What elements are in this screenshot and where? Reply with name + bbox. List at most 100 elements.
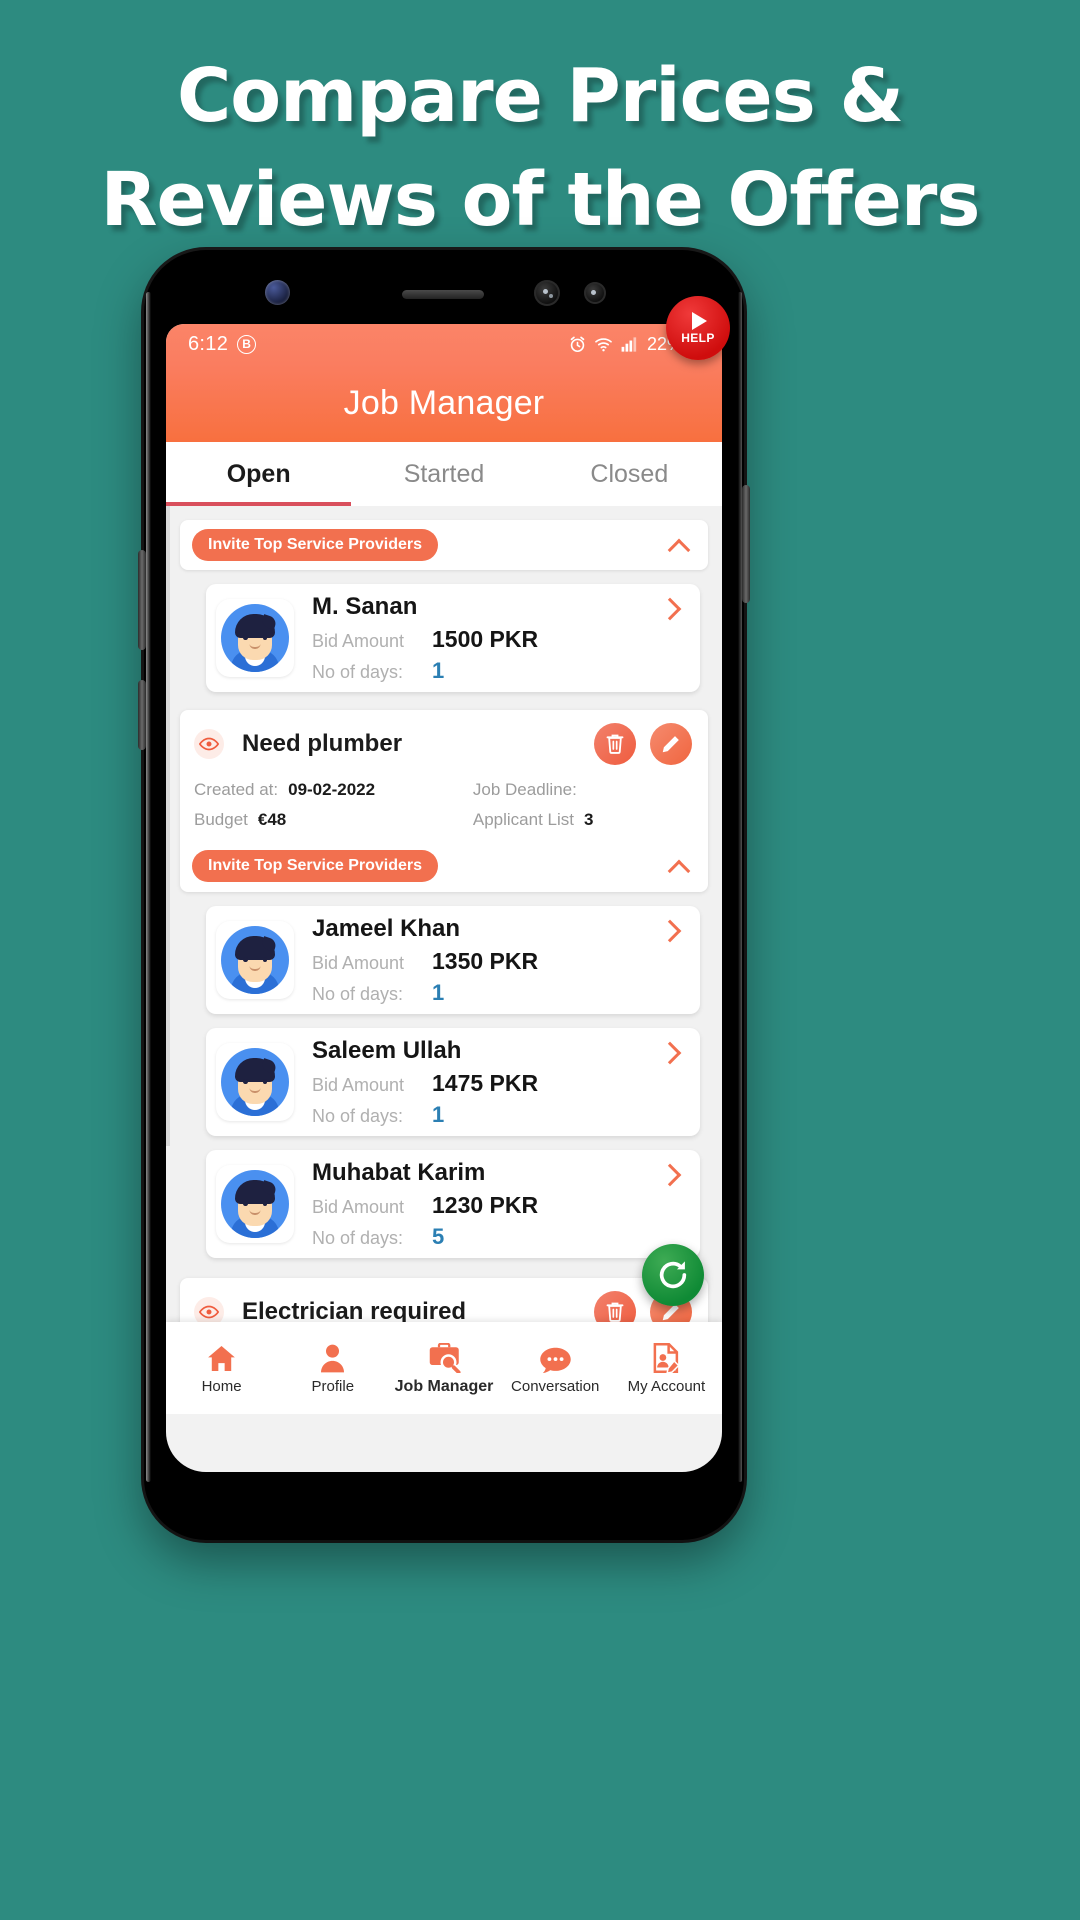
eye-glyph (199, 737, 219, 751)
bid-days-label: No of days: (312, 983, 404, 1004)
invite-providers-bar[interactable]: Invite Top Service Providers (180, 842, 708, 892)
budget-label: Budget (194, 810, 248, 829)
bid-card[interactable]: Saleem Ullah Bid Amount 1475 PKR No of d… (206, 1028, 700, 1136)
tab-bar: Open Started Closed (166, 442, 722, 506)
bid-days-value: 1 (432, 979, 445, 1005)
bid-amount-label: Bid Amount (312, 1196, 405, 1217)
tab-started-label: Started (403, 459, 485, 488)
avatar-frame (216, 921, 294, 999)
trash-icon (606, 1302, 624, 1322)
bid-card[interactable]: M. Sanan Bid Amount 1500 PKR No of days:… (206, 584, 700, 692)
avatar (221, 1048, 289, 1116)
eye-glyph (199, 1305, 219, 1319)
trash-icon (606, 734, 624, 754)
bid-amount-label: Bid Amount (312, 1074, 405, 1095)
alarm-icon (570, 336, 585, 352)
pencil-icon (662, 736, 679, 753)
job-card[interactable]: Need plumber Created at: 09-02-2022 Job … (180, 710, 708, 892)
created-at-value: 09-02-2022 (288, 780, 376, 799)
bid-days-label: No of days: (312, 1227, 404, 1248)
wifi-icon (595, 337, 612, 351)
bid-days-value: 1 (432, 657, 445, 683)
page-title: Job Manager (343, 383, 545, 422)
avatar-frame (216, 1165, 294, 1243)
help-button-label: HELP (681, 330, 715, 345)
signal-icon (621, 336, 637, 352)
bid-card[interactable]: Muhabat Karim Bid Amount 1230 PKR No of … (206, 1150, 700, 1258)
invite-providers-bar[interactable]: Invite Top Service Providers (180, 520, 708, 570)
invite-providers-pill[interactable]: Invite Top Service Providers (192, 850, 439, 882)
tab-open[interactable]: Open (166, 442, 352, 506)
delete-button[interactable] (594, 723, 636, 765)
bid-amount-value: 1500 PKR (432, 625, 539, 652)
home-icon (206, 1341, 237, 1373)
bottom-navigation: Home Profile Job Manager Conversation My… (166, 1322, 722, 1414)
bid-provider-name: M. Sanan (312, 592, 418, 620)
help-button[interactable]: HELP (666, 296, 730, 360)
applicant-list-count: 3 (584, 810, 594, 829)
bid-days-label: No of days: (312, 1105, 404, 1126)
bid-amount-value: 1350 PKR (432, 947, 539, 974)
front-camera-icon (265, 280, 290, 305)
bid-amount-label: Bid Amount (312, 952, 405, 973)
avatar (221, 926, 289, 994)
bid-card[interactable]: Jameel Khan Bid Amount 1350 PKR No of da… (206, 906, 700, 1014)
chevron-right-icon[interactable] (660, 1042, 682, 1064)
power-button[interactable] (742, 485, 750, 603)
tab-started[interactable]: Started (351, 442, 536, 506)
scrollbar[interactable] (166, 506, 170, 1146)
bid-days-value: 5 (432, 1223, 445, 1249)
play-triangle-icon (692, 311, 707, 330)
chevron-up-icon[interactable] (670, 534, 692, 556)
phone-mockup: 6:12 B 22% Job Manager Open Started Clos… (138, 250, 750, 1540)
bid-amount-value: 1475 PKR (432, 1069, 539, 1096)
eye-icon[interactable] (194, 729, 224, 759)
status-bar: 6:12 B 22% (166, 324, 722, 364)
bixby-button[interactable] (138, 680, 146, 750)
chevron-up-icon[interactable] (670, 855, 692, 877)
avatar (221, 604, 289, 672)
nav-label-job-manager: Job Manager (394, 1377, 494, 1395)
nav-item-profile[interactable]: Profile (277, 1341, 388, 1395)
chevron-right-icon[interactable] (660, 920, 682, 942)
edit-button[interactable] (650, 723, 692, 765)
bid-days-label: No of days: (312, 661, 404, 682)
proximity-sensor-icon (584, 282, 606, 304)
phone-screen: 6:12 B 22% Job Manager Open Started Clos… (166, 324, 722, 1472)
status-badge-icon: B (237, 334, 257, 354)
earpiece-speaker (402, 290, 484, 299)
job-list[interactable]: Invite Top Service Providers M. Sanan Bi… (166, 506, 722, 1414)
refresh-icon (659, 1261, 687, 1289)
applicant-list-label: Applicant List (472, 810, 574, 829)
avatar-frame (216, 1043, 294, 1121)
job-deadline-label: Job Deadline: (472, 780, 577, 799)
chat-icon (539, 1341, 572, 1373)
bid-days-value: 1 (432, 1101, 445, 1127)
promo-line-2: Reviews of the Offers (100, 157, 981, 243)
refresh-button[interactable] (642, 1244, 704, 1306)
tab-closed[interactable]: Closed (537, 442, 722, 506)
nav-item-home[interactable]: Home (166, 1341, 277, 1395)
nav-item-job-manager[interactable]: Job Manager (388, 1341, 499, 1396)
created-at-label: Created at: (194, 780, 279, 799)
promo-line-1: Compare Prices & (176, 53, 904, 139)
tab-closed-label: Closed (590, 459, 669, 488)
nav-label-home: Home (201, 1378, 242, 1395)
volume-button[interactable] (138, 550, 146, 650)
person-icon (320, 1341, 345, 1373)
invite-providers-pill[interactable]: Invite Top Service Providers (192, 529, 439, 561)
iris-scanner-icon (534, 280, 560, 306)
budget-value: €48 (257, 810, 287, 829)
bid-provider-name: Saleem Ullah (312, 1036, 462, 1064)
nav-item-my-account[interactable]: My Account (611, 1341, 722, 1395)
bid-provider-name: Muhabat Karim (312, 1158, 486, 1186)
status-time: 6:12 (188, 332, 229, 355)
avatar (221, 1170, 289, 1238)
nav-item-conversation[interactable]: Conversation (500, 1341, 611, 1395)
chevron-right-icon[interactable] (660, 1164, 682, 1186)
phone-sensor-bar (144, 250, 744, 324)
promo-headline: Compare Prices & Reviews of the Offers (0, 44, 1080, 252)
account-doc-icon (652, 1341, 681, 1373)
chevron-right-icon[interactable] (660, 598, 682, 620)
nav-label-profile: Profile (311, 1378, 355, 1395)
